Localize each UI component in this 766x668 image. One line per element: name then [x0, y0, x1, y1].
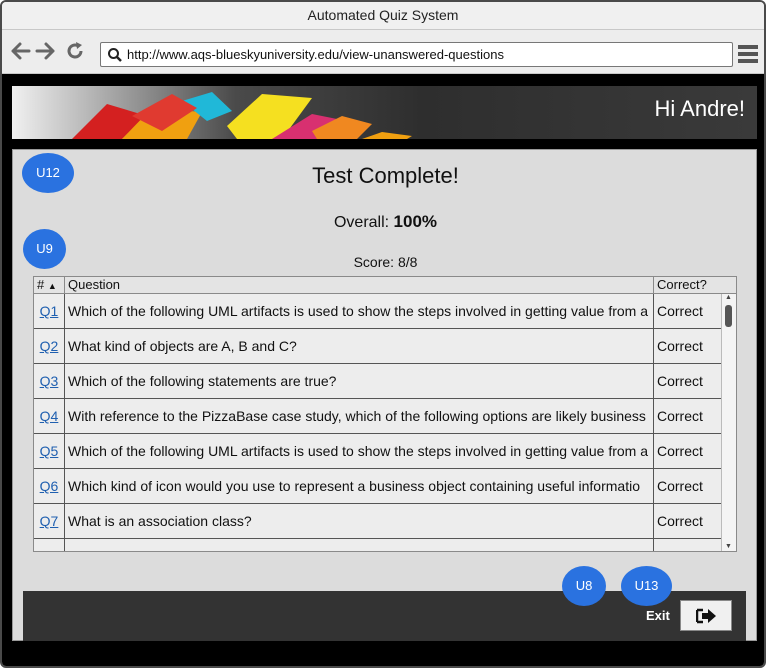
question-text: What is an association class? — [65, 504, 654, 539]
table-row: Q6 Which kind of icon would you use to r… — [34, 469, 721, 504]
question-link[interactable]: Q6 — [40, 478, 59, 494]
table-row: Q4 With reference to the PizzaBase case … — [34, 399, 721, 434]
correct-status: Correct — [657, 338, 703, 354]
table-row: Q2 What kind of objects are A, B and C? … — [34, 329, 721, 364]
correct-status: Correct — [657, 303, 703, 319]
header-banner: Hi Andre! — [12, 86, 757, 139]
question-link[interactable]: Q7 — [40, 513, 59, 529]
annotation-badge-u12: U12 — [22, 153, 74, 193]
table-row: Q5 Which of the following UML artifacts … — [34, 434, 721, 469]
browser-navbar: http://www.aqs-blueskyuniversity.edu/vie… — [2, 30, 764, 74]
column-header-number[interactable]: # ▲ — [34, 277, 65, 294]
question-text: Which of the following UML artifacts is … — [65, 434, 654, 469]
column-header-correct[interactable]: Correct? — [654, 277, 736, 294]
correct-status: Correct — [657, 408, 703, 424]
table-row: Q1 Which of the following UML artifacts … — [34, 294, 721, 329]
question-link[interactable]: Q4 — [40, 408, 59, 424]
score-result: Score: 8/8 — [13, 254, 758, 270]
question-link[interactable]: Q2 — [40, 338, 59, 354]
annotation-badge-u8: U8 — [562, 566, 606, 606]
window-title: Automated Quiz System — [2, 2, 764, 30]
question-link[interactable]: Q1 — [40, 303, 59, 319]
score-value: 8/8 — [397, 254, 418, 270]
user-greeting: Hi Andre! — [654, 96, 746, 121]
exit-button[interactable] — [680, 600, 732, 631]
scroll-up-icon[interactable]: ▲ — [725, 294, 732, 301]
table-scrollbar[interactable]: ▲ ▼ — [721, 294, 736, 551]
overall-value: 100% — [393, 212, 438, 231]
table-row-partial — [34, 539, 721, 551]
table-header: # ▲ Question Correct? — [34, 277, 736, 294]
back-arrow-icon[interactable] — [10, 40, 32, 62]
correct-status: Correct — [657, 478, 703, 494]
question-text: With reference to the PizzaBase case stu… — [65, 399, 654, 434]
table-row: Q7 What is an association class? Correct — [34, 504, 721, 539]
overall-label: Overall: — [333, 214, 390, 231]
reload-icon[interactable] — [64, 40, 86, 62]
question-text: What kind of objects are A, B and C? — [65, 329, 654, 364]
search-icon — [107, 47, 123, 68]
question-text: Which of the following statements are tr… — [65, 364, 654, 399]
browser-window: Automated Quiz System http://www.aqs-blu… — [0, 0, 766, 668]
forward-arrow-icon[interactable] — [34, 40, 56, 62]
scrollbar-thumb[interactable] — [725, 305, 732, 327]
questions-table: # ▲ Question Correct? Q1 Which of the fo… — [33, 276, 737, 552]
sign-out-icon — [696, 608, 716, 624]
question-text: Which of the following UML artifacts is … — [65, 294, 654, 329]
url-text: http://www.aqs-blueskyuniversity.edu/vie… — [127, 47, 504, 62]
question-link[interactable]: Q5 — [40, 443, 59, 459]
question-link[interactable]: Q3 — [40, 373, 59, 389]
hamburger-menu-icon[interactable] — [738, 45, 758, 68]
question-text: Which kind of icon would you use to repr… — [65, 469, 654, 504]
correct-status: Correct — [657, 443, 703, 459]
page-title: Test Complete! — [312, 163, 459, 188]
correct-status: Correct — [657, 373, 703, 389]
table-row: Q3 Which of the following statements are… — [34, 364, 721, 399]
annotation-badge-u9: U9 — [23, 229, 66, 269]
scroll-down-icon[interactable]: ▼ — [725, 543, 732, 550]
colorful-blocks-graphic — [72, 92, 412, 139]
sort-ascending-icon: ▲ — [47, 281, 57, 291]
address-bar[interactable]: http://www.aqs-blueskyuniversity.edu/vie… — [100, 42, 733, 67]
exit-label: Exit — [646, 608, 670, 623]
overall-result: Overall: 100% — [13, 212, 758, 232]
column-header-question[interactable]: Question — [65, 277, 654, 294]
score-label: Score: — [353, 254, 395, 270]
correct-status: Correct — [657, 513, 703, 529]
annotation-badge-u13: U13 — [621, 566, 672, 606]
